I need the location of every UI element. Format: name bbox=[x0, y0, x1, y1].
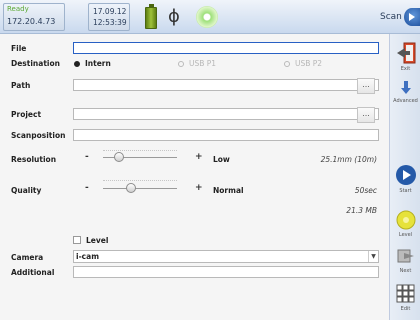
quality-slider[interactable] bbox=[103, 188, 177, 189]
scanposition-label: Scanposition bbox=[11, 131, 66, 140]
camera-select-value: i-cam bbox=[76, 252, 100, 261]
path-label: Path bbox=[11, 81, 31, 90]
next-icon bbox=[397, 249, 414, 263]
disc-icon bbox=[196, 6, 218, 28]
scan-form: File Destination Intern USB P1 USB P2 Pa… bbox=[0, 34, 388, 320]
project-label: Project bbox=[11, 110, 42, 119]
quality-label: Quality bbox=[11, 186, 42, 195]
chevron-down-icon: ▼ bbox=[368, 251, 378, 262]
next-button[interactable]: Next bbox=[390, 246, 420, 274]
level-button[interactable]: Level bbox=[390, 210, 420, 238]
edit-button[interactable]: Edit bbox=[390, 284, 420, 312]
ip-address: 172.20.4.73 bbox=[7, 17, 56, 26]
scanner-app: Ready 172.20.4.73 17.09.12 12:53:39 ϕ Sc… bbox=[0, 0, 420, 320]
start-button[interactable]: Start bbox=[390, 164, 420, 194]
quality-value: Normal bbox=[213, 186, 244, 195]
path-input[interactable] bbox=[73, 79, 379, 91]
level-checkbox[interactable] bbox=[73, 236, 81, 244]
exit-icon bbox=[396, 42, 415, 64]
status-text: Ready bbox=[7, 5, 29, 13]
resolution-detail: 25.1mm (10m) bbox=[320, 155, 377, 164]
date-text: 17.09.12 bbox=[93, 7, 127, 16]
edit-label: Edit bbox=[400, 306, 411, 312]
play-icon bbox=[395, 165, 416, 185]
scan-button[interactable] bbox=[404, 8, 420, 26]
resolution-slider-knob[interactable] bbox=[114, 152, 125, 162]
clock-panel: 17.09.12 12:53:39 bbox=[88, 3, 130, 31]
next-label: Next bbox=[399, 268, 412, 274]
time-text: 12:53:39 bbox=[93, 18, 127, 27]
radio-dot-icon bbox=[284, 61, 290, 67]
exit-button[interactable]: Exit bbox=[390, 42, 420, 72]
resolution-minus-button[interactable]: - bbox=[85, 152, 89, 162]
radio-intern[interactable]: Intern bbox=[74, 59, 111, 68]
size-estimate: 21.3 MB bbox=[346, 206, 377, 215]
plug-icon: ϕ bbox=[168, 6, 180, 27]
camera-label: Camera bbox=[11, 253, 44, 262]
scanposition-input[interactable] bbox=[73, 129, 379, 141]
quality-plus-button[interactable]: + bbox=[195, 183, 203, 193]
resolution-label: Resolution bbox=[11, 155, 57, 164]
start-label: Start bbox=[399, 188, 412, 194]
radio-dot-icon bbox=[74, 61, 80, 67]
quality-minus-button[interactable]: - bbox=[85, 183, 89, 193]
project-input[interactable] bbox=[73, 108, 379, 120]
radio-usb-p1[interactable]: USB P1 bbox=[178, 59, 216, 68]
radio-usb-p2[interactable]: USB P2 bbox=[284, 59, 322, 68]
additional-input[interactable] bbox=[73, 266, 379, 278]
advanced-label: Advanced bbox=[393, 98, 418, 104]
resolution-value: Low bbox=[213, 155, 230, 164]
quality-detail: 50sec bbox=[354, 186, 377, 195]
camera-select[interactable]: i-cam ▼ bbox=[73, 250, 379, 263]
scan-label: Scan bbox=[380, 12, 402, 22]
quality-slider-knob[interactable] bbox=[126, 183, 137, 193]
level-label: Level bbox=[398, 232, 413, 238]
right-sidebar: Exit Advanced Start Level Next Edit bbox=[389, 34, 420, 320]
exit-label: Exit bbox=[400, 66, 411, 72]
battery-icon bbox=[145, 4, 157, 29]
arrow-down-icon bbox=[400, 81, 411, 94]
quality-ticks bbox=[103, 180, 177, 184]
path-browse-button[interactable]: ... bbox=[357, 78, 375, 94]
level-checkbox-label: Level bbox=[86, 236, 109, 245]
advanced-button[interactable]: Advanced bbox=[390, 80, 420, 104]
file-input[interactable] bbox=[73, 42, 379, 54]
file-label: File bbox=[11, 44, 27, 53]
additional-label: Additional bbox=[11, 268, 55, 277]
top-bar: Ready 172.20.4.73 17.09.12 12:53:39 ϕ Sc… bbox=[0, 0, 420, 34]
status-panel: Ready 172.20.4.73 bbox=[3, 3, 65, 31]
radio-dot-icon bbox=[178, 61, 184, 67]
destination-label: Destination bbox=[11, 59, 60, 68]
resolution-plus-button[interactable]: + bbox=[195, 152, 203, 162]
project-browse-button[interactable]: ... bbox=[357, 107, 375, 123]
level-icon bbox=[396, 210, 415, 230]
grid-icon bbox=[396, 284, 414, 303]
